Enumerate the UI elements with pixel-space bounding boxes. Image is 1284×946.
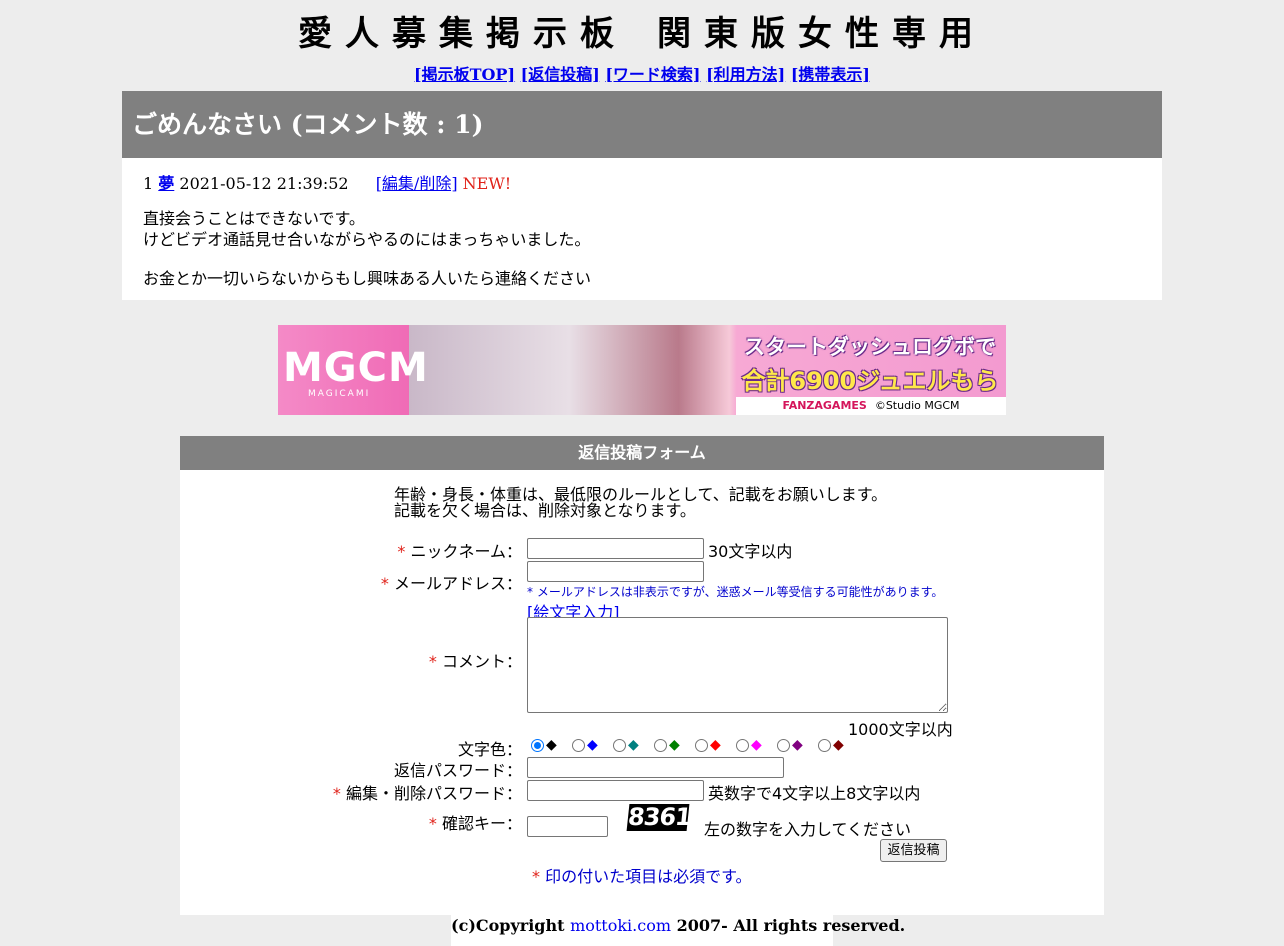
top-nav: [掲示板TOP] [返信投稿] [ワード検索] [利用方法] [携帯表示] — [0, 61, 1284, 85]
post-number: 1 — [143, 174, 154, 193]
post-line: お金とか一切いらないからもし興味ある人いたら連絡ください — [143, 269, 592, 288]
new-badge: NEW! — [462, 174, 512, 193]
text-color-option[interactable]: ◆ — [572, 737, 613, 754]
edit-password-hint: 英数字で4文字以上8文字以内 — [708, 784, 921, 803]
post-line: 直接会うことはできないです。 — [143, 209, 365, 228]
color-swatch-icon: ◆ — [710, 737, 721, 753]
site-title: 愛人募集掲示板 関東版女性専用 — [0, 6, 1284, 55]
required-mark: * — [380, 574, 389, 593]
footer-site-link[interactable]: mottoki.com — [570, 916, 671, 935]
nav-mobile-view[interactable]: [携帯表示] — [791, 65, 870, 84]
color-swatch-icon: ◆ — [587, 737, 598, 753]
required-mark: * — [532, 867, 540, 886]
reply-password-input[interactable] — [527, 757, 784, 778]
site-title-right: 関東版女性専用 — [657, 14, 986, 54]
text-color-option[interactable]: ◆ — [736, 737, 777, 754]
email-input[interactable] — [527, 561, 704, 582]
banner-copyright: ©Studio MGCM — [874, 399, 960, 412]
reply-password-label: 返信パスワード： — [393, 761, 522, 780]
reply-form-heading: 返信投稿フォーム — [180, 436, 1104, 470]
text-color-option[interactable]: ◆ — [695, 737, 736, 754]
thread-title: ごめんなさい (コメント数 : 1) — [122, 91, 1162, 158]
copyright-footer: (c)Copyright mottoki.com 2007- All right… — [451, 915, 905, 946]
color-swatch-icon: ◆ — [751, 737, 762, 753]
post-edit-link[interactable]: [編集/削除] — [376, 174, 458, 193]
edit-password-input[interactable] — [527, 780, 704, 801]
banner-logo-sub: MAGICAMI — [308, 389, 371, 399]
text-color-option[interactable]: ◆ — [777, 737, 818, 754]
banner-promo-line1: スタートダッシュログボで — [744, 335, 996, 359]
color-swatch-icon: ◆ — [546, 737, 557, 753]
color-radio[interactable] — [777, 739, 790, 752]
comment-label: * コメント： — [428, 652, 522, 671]
required-mark: * — [332, 784, 341, 803]
post-line: けどビデオ通話見せ合いながらやるのにはまっちゃいました。 — [143, 230, 591, 249]
post-author-link[interactable]: 夢 — [158, 174, 174, 193]
banner-logo: MGCM — [283, 345, 429, 391]
nickname-hint: 30文字以内 — [708, 542, 793, 561]
color-radio[interactable] — [695, 739, 708, 752]
color-radio[interactable] — [736, 739, 749, 752]
post-container: 1 夢 2021-05-12 21:39:52 [編集/削除] NEW! 直接会… — [122, 158, 1162, 300]
edit-password-label: * 編集・削除パスワード： — [332, 784, 522, 803]
post-meta: 1 夢 2021-05-12 21:39:52 [編集/削除] NEW! — [143, 170, 511, 194]
nav-how-to-use[interactable]: [利用方法] — [706, 65, 785, 84]
nav-reply-post[interactable]: [返信投稿] — [521, 65, 600, 84]
color-swatch-icon: ◆ — [669, 737, 680, 753]
color-swatch-icon: ◆ — [792, 737, 803, 753]
required-mark: * — [428, 652, 437, 671]
nav-word-search[interactable]: [ワード検索] — [605, 65, 700, 84]
required-mark: * — [428, 814, 437, 833]
text-color-option[interactable]: ◆ — [531, 737, 572, 754]
email-label: * メールアドレス： — [380, 574, 522, 593]
captcha-image: 8361 — [626, 803, 693, 831]
captcha-input[interactable] — [527, 816, 608, 837]
comment-hint: 1000文字以内 — [848, 720, 953, 739]
reply-form: 返信投稿フォーム 年齢・身長・体重は、最低限のルールとして、記載をお願いします。… — [180, 436, 1104, 915]
captcha-label: * 確認キー： — [428, 814, 522, 833]
text-color-option[interactable]: ◆ — [818, 737, 859, 754]
color-radio[interactable] — [613, 739, 626, 752]
text-color-option[interactable]: ◆ — [613, 737, 654, 754]
text-color-option[interactable]: ◆ — [654, 737, 695, 754]
nav-board-top[interactable]: [掲示板TOP] — [414, 65, 515, 84]
color-radio[interactable] — [572, 739, 585, 752]
form-intro: 年齢・身長・体重は、最低限のルールとして、記載をお願いします。 記載を欠く場合は… — [394, 487, 887, 519]
post-body: 直接会うことはできないです。 けどビデオ通話見せ合いながらやるのにはまっちゃいま… — [143, 208, 591, 289]
reply-submit-button[interactable]: 返信投稿 — [880, 839, 947, 862]
color-swatch-icon: ◆ — [628, 737, 639, 753]
comment-textarea[interactable] — [527, 617, 948, 713]
color-radio[interactable] — [654, 739, 667, 752]
color-radio[interactable] — [531, 739, 544, 752]
nickname-label: * ニックネーム： — [397, 542, 522, 561]
banner-footer: FANZAGAMES ©Studio MGCM — [736, 397, 1006, 415]
text-color-options: ◆ ◆ ◆ ◆ ◆ ◆ ◆ ◆ — [531, 737, 859, 754]
captcha-hint: 左の数字を入力してください — [704, 820, 912, 839]
required-note: * 印の付いた項目は必須です。 — [532, 867, 752, 886]
site-title-left: 愛人募集掲示板 — [298, 14, 627, 54]
post-datetime: 2021-05-12 21:39:52 — [179, 174, 349, 193]
nickname-input[interactable] — [527, 538, 704, 559]
form-intro-line: 記載を欠く場合は、削除対象となります。 — [394, 501, 696, 520]
color-radio[interactable] — [818, 739, 831, 752]
email-note: * メールアドレスは非表示ですが、迷惑メール等受信する可能性があります。 — [527, 585, 944, 599]
banner-brand: FANZAGAMES — [782, 399, 867, 412]
ad-banner[interactable]: MGCM MAGICAMI スタートダッシュログボで 合計6900ジュエルもらえ… — [278, 325, 1006, 415]
color-swatch-icon: ◆ — [833, 737, 844, 753]
